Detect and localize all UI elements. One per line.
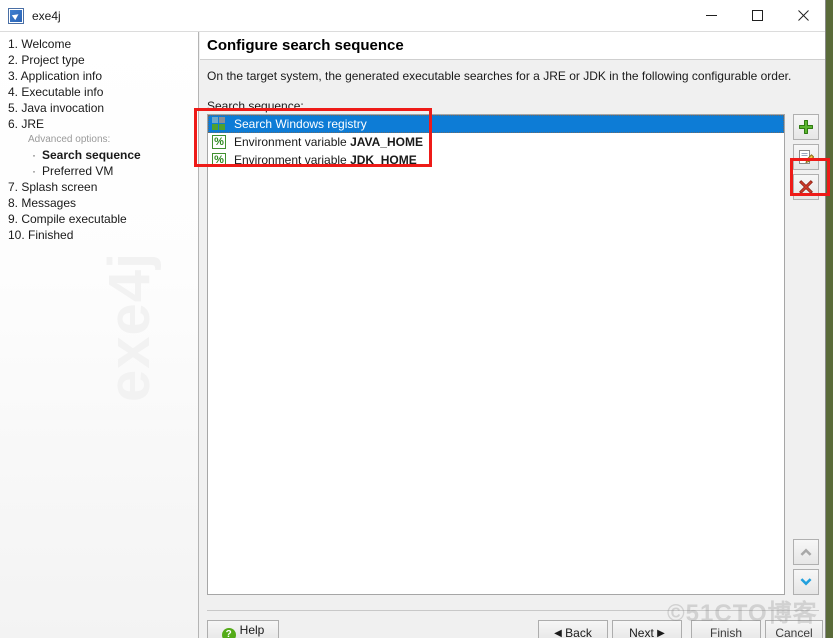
sidebar-item-label: Search sequence bbox=[42, 148, 141, 162]
edit-entry-button[interactable] bbox=[793, 144, 819, 170]
window-title: exe4j bbox=[32, 9, 61, 23]
delete-entry-button[interactable] bbox=[793, 174, 819, 200]
exe4j-watermark: exe4j bbox=[97, 251, 162, 402]
title-bar: exe4j bbox=[0, 0, 825, 32]
maximize-icon[interactable] bbox=[734, 0, 780, 31]
move-up-button[interactable] bbox=[793, 539, 819, 565]
sidebar-advanced-options-label: Advanced options: bbox=[28, 134, 111, 145]
list-item[interactable]: % Environment variable JAVA_HOME bbox=[208, 133, 784, 151]
windows-registry-icon bbox=[212, 117, 226, 131]
finish-button[interactable]: Finish bbox=[691, 620, 761, 638]
list-item[interactable]: % Environment variable JDK_HOME bbox=[208, 151, 784, 169]
help-button[interactable]: ? Help bbox=[207, 620, 279, 638]
chevron-right-icon: ▶ bbox=[657, 627, 665, 638]
sidebar-item-jre[interactable]: 6. JRE bbox=[8, 116, 193, 132]
search-sequence-label: Search sequence: bbox=[207, 99, 304, 113]
minimize-icon[interactable] bbox=[688, 0, 734, 31]
list-item-label: Search Windows registry bbox=[234, 117, 367, 131]
help-icon: ? bbox=[221, 628, 236, 638]
exe4j-app-icon bbox=[8, 8, 24, 24]
sidebar-item-executable-info[interactable]: 4. Executable info bbox=[8, 84, 193, 100]
help-button-label: Help bbox=[239, 623, 265, 637]
back-button[interactable]: ◀ Back bbox=[538, 620, 608, 638]
bullet-icon: · bbox=[32, 164, 36, 178]
close-icon[interactable] bbox=[780, 0, 825, 31]
search-sequence-list[interactable]: Search Windows registry % Environment va… bbox=[207, 114, 785, 595]
sidebar-item-project-type[interactable]: 2. Project type bbox=[8, 52, 193, 68]
next-button[interactable]: Next ▶ bbox=[612, 620, 682, 638]
list-item[interactable]: Search Windows registry bbox=[208, 115, 784, 133]
next-button-label: Next bbox=[629, 625, 654, 638]
sidebar-item-application-info[interactable]: 3. Application info bbox=[8, 68, 193, 84]
list-item-label: Environment variable JDK_HOME bbox=[234, 153, 417, 167]
sidebar-item-welcome[interactable]: 1. Welcome bbox=[8, 36, 193, 52]
sidebar-item-search-sequence[interactable]: · Search sequence bbox=[8, 147, 193, 163]
bullet-icon: · bbox=[32, 148, 36, 162]
sidebar-item-java-invocation[interactable]: 5. Java invocation bbox=[8, 100, 193, 116]
page-description: On the target system, the generated exec… bbox=[207, 69, 792, 83]
list-item-label: Environment variable JAVA_HOME bbox=[234, 135, 423, 149]
exe4j-wizard-window: exe4j 1. Welcome 2. Project type 3. Appl… bbox=[0, 0, 826, 638]
wizard-step-sidebar: 1. Welcome 2. Project type 3. Applicatio… bbox=[0, 32, 199, 638]
page-title: Configure search sequence bbox=[207, 37, 404, 54]
chevron-left-icon: ◀ bbox=[554, 627, 562, 638]
back-button-label: Back bbox=[565, 625, 592, 638]
add-entry-button[interactable] bbox=[793, 114, 819, 140]
move-down-button[interactable] bbox=[793, 569, 819, 595]
environment-variable-icon: % bbox=[212, 153, 226, 167]
cancel-button[interactable]: Cancel bbox=[765, 620, 823, 638]
environment-variable-icon: % bbox=[212, 135, 226, 149]
main-panel: Configure search sequence On the target … bbox=[200, 32, 825, 638]
footer-divider bbox=[207, 610, 819, 611]
